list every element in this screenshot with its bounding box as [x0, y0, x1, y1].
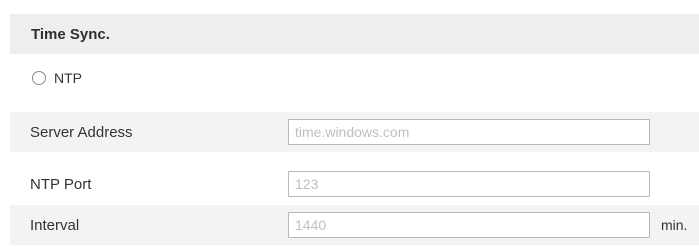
- interval-unit: min.: [661, 217, 688, 233]
- ntp-radio-button[interactable]: [32, 71, 46, 85]
- server-address-row: Server Address: [10, 112, 699, 152]
- section-title: Time Sync.: [31, 25, 110, 43]
- ntp-port-input[interactable]: [288, 171, 650, 197]
- ntp-option-row: NTP: [10, 58, 699, 98]
- server-address-label: Server Address: [30, 123, 133, 141]
- ntp-port-row: NTP Port: [10, 164, 699, 204]
- ntp-radio-label[interactable]: NTP: [54, 70, 82, 86]
- interval-label: Interval: [30, 216, 80, 234]
- server-address-input[interactable]: [288, 119, 650, 145]
- section-header: Time Sync.: [10, 14, 699, 54]
- interval-row: Interval min.: [10, 205, 699, 245]
- time-sync-panel: Time Sync. NTP Server Address NTP Port I…: [0, 0, 699, 247]
- interval-input[interactable]: [288, 212, 650, 238]
- ntp-port-label: NTP Port: [30, 175, 92, 193]
